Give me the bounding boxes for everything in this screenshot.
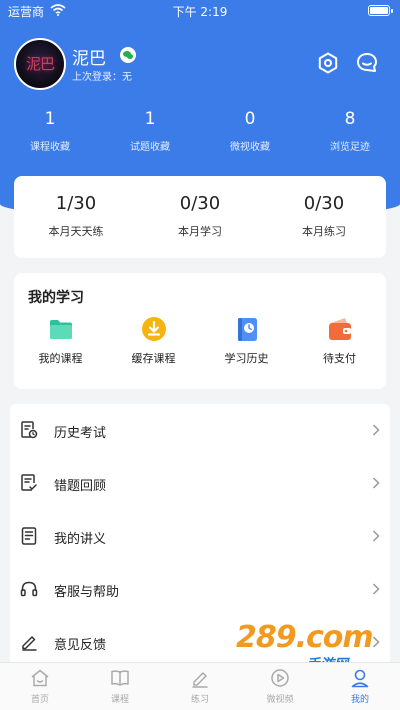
- menu-item-exam-history[interactable]: 历史考试: [10, 404, 390, 457]
- section-title: 我的学习: [28, 290, 84, 306]
- handout-icon: [21, 527, 37, 545]
- monthly-label: 本月天天练: [48, 225, 104, 238]
- menu-item-label: 历史考试: [54, 426, 107, 441]
- monthly-study: 0/30 本月学习: [138, 193, 262, 239]
- wrong-review-icon: [21, 474, 37, 491]
- study-item-label: 学习历史: [224, 352, 269, 365]
- book-icon: [111, 670, 129, 686]
- monthly-label: 本月练习: [302, 225, 346, 238]
- stat-value: 0: [244, 109, 256, 129]
- user-icon: [351, 669, 369, 688]
- clock: 下午 2:19: [172, 5, 228, 19]
- wechat-icon: [120, 47, 136, 63]
- home-icon: [31, 669, 49, 687]
- stat-course-favorites[interactable]: 1 课程收藏: [0, 108, 100, 153]
- menu-item-label: 错题回顾: [54, 479, 107, 494]
- study-item-my-courses[interactable]: 我的课程: [14, 314, 107, 366]
- chevron-right-icon: [372, 424, 380, 436]
- play-icon: [271, 669, 289, 687]
- status-bar: 运营商 下午 2:19: [0, 0, 400, 22]
- monthly-value: 0/30: [179, 193, 221, 214]
- pencil-icon: [192, 672, 208, 688]
- menu-item-my-handouts[interactable]: 我的讲义: [10, 510, 390, 563]
- chevron-right-icon: [372, 636, 380, 648]
- study-item-study-history[interactable]: 学习历史: [200, 314, 293, 366]
- stat-label: 微视收藏: [230, 142, 270, 153]
- tab-mine[interactable]: 我的: [320, 667, 400, 705]
- stat-label: 课程收藏: [30, 142, 70, 153]
- last-login-text: 上次登录：无: [72, 72, 132, 83]
- stat-value: 1: [144, 109, 156, 129]
- menu-item-label: 意见反馈: [54, 638, 107, 653]
- tab-practice[interactable]: 练习: [160, 667, 240, 705]
- stat-question-favorites[interactable]: 1 试题收藏: [100, 108, 200, 153]
- tab-label: 首页: [30, 695, 49, 705]
- monthly-progress-card: 1/30 本月天天练 0/30 本月学习 0/30 本月练习: [14, 176, 386, 258]
- menu-item-label: 我的讲义: [54, 532, 107, 547]
- stat-label: 浏览足迹: [330, 142, 370, 153]
- exam-history-icon: [21, 421, 38, 439]
- tab-label: 微视频: [266, 695, 294, 705]
- monthly-daily-practice: 1/30 本月天天练: [14, 193, 138, 239]
- message-icon[interactable]: [355, 51, 379, 75]
- monthly-practice: 0/30 本月练习: [262, 193, 386, 239]
- monthly-value: 1/30: [55, 193, 97, 214]
- stat-browse-history[interactable]: 8 浏览足迹: [300, 108, 400, 153]
- avatar-text: 泥巴: [25, 55, 55, 73]
- stat-label: 试题收藏: [130, 142, 170, 153]
- monthly-label: 本月学习: [178, 225, 222, 238]
- chevron-right-icon: [372, 477, 380, 489]
- stats-row: 1 课程收藏 1 试题收藏 0 微视收藏 8 浏览足迹: [0, 108, 400, 158]
- headset-icon: [20, 581, 38, 597]
- stat-value: 8: [344, 109, 356, 129]
- my-study-card: 我的学习 我的课程 缓存课程 学习历史 待支付: [14, 273, 386, 389]
- feedback-icon: [22, 636, 37, 651]
- tab-label: 我的: [350, 695, 369, 705]
- stat-video-favorites[interactable]: 0 微视收藏: [200, 108, 300, 153]
- menu-item-wrong-question-review[interactable]: 错题回顾: [10, 457, 390, 510]
- menu-item-support-help[interactable]: 客服与帮助: [10, 563, 390, 616]
- monthly-value: 0/30: [303, 193, 345, 214]
- menu-list: 历史考试 错题回顾 我的讲义 客服与帮助 意见反馈: [10, 404, 390, 662]
- avatar[interactable]: 泥巴: [14, 38, 66, 90]
- bottom-tab-bar: 首页 课程 练习 微视频 我的: [0, 662, 400, 710]
- study-item-label: 我的课程: [38, 352, 83, 365]
- tab-home[interactable]: 首页: [0, 667, 80, 705]
- settings-icon[interactable]: [316, 51, 340, 75]
- tab-label: 课程: [110, 695, 129, 705]
- tab-label: 练习: [190, 695, 209, 705]
- study-item-label: 缓存课程: [131, 352, 176, 365]
- study-item-cached-courses[interactable]: 缓存课程: [107, 314, 200, 366]
- stat-value: 1: [44, 109, 56, 129]
- study-item-pending-payment[interactable]: 待支付: [293, 314, 386, 366]
- menu-item-label: 客服与帮助: [54, 585, 120, 600]
- tab-courses[interactable]: 课程: [80, 667, 160, 705]
- username: 泥巴: [72, 49, 106, 69]
- folder-icon: [49, 320, 72, 339]
- history-book-icon: [237, 318, 257, 341]
- chevron-right-icon: [372, 530, 380, 542]
- tab-micro-video[interactable]: 微视频: [240, 667, 320, 705]
- study-item-label: 待支付: [323, 352, 356, 365]
- wallet-icon: [328, 318, 351, 340]
- chevron-right-icon: [372, 583, 380, 595]
- download-icon: [141, 317, 166, 341]
- battery-icon: [368, 5, 393, 16]
